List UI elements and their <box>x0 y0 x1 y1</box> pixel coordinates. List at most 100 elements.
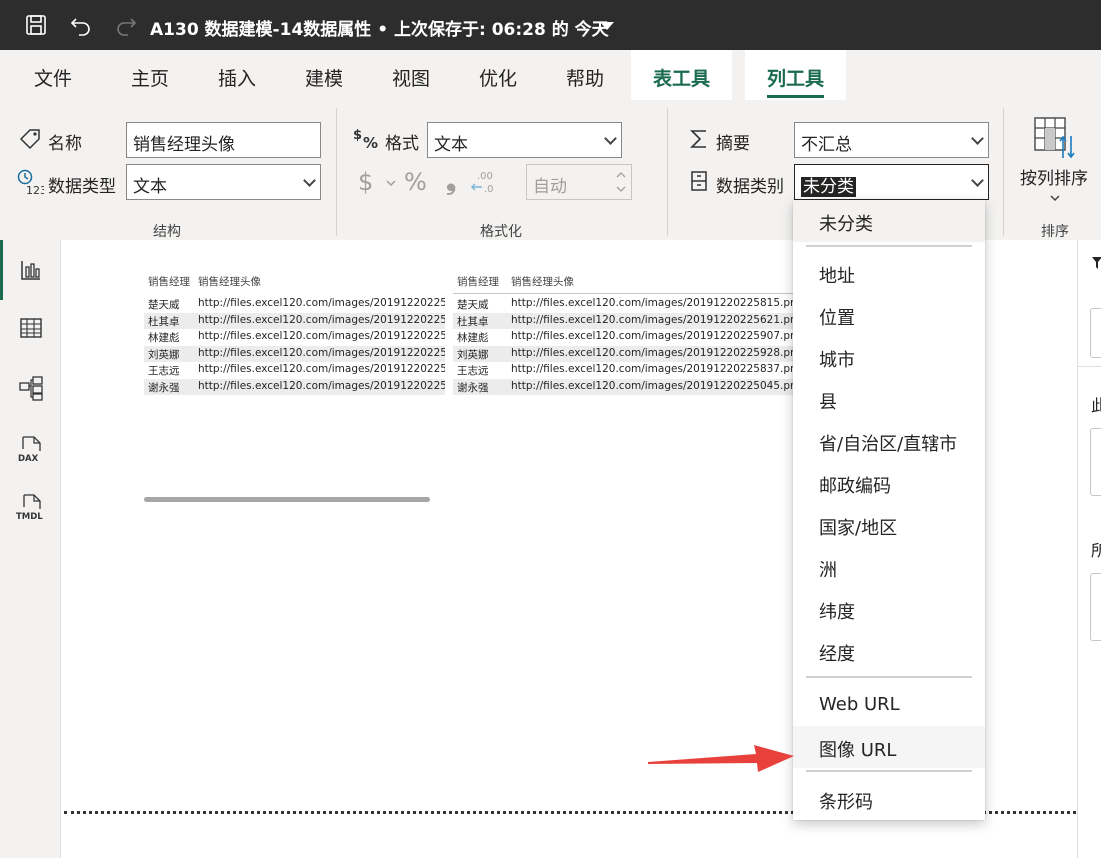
option-uncategorized[interactable]: 未分类 <box>793 200 985 242</box>
url-cell: http://files.excel120.com/images/2019122… <box>198 363 445 375</box>
option-place[interactable]: 位置 <box>793 294 985 336</box>
data-category-icon <box>688 169 710 193</box>
option-address[interactable]: 地址 <box>793 252 985 294</box>
menu-divider <box>806 245 972 247</box>
format-select[interactable]: 文本 <box>427 122 622 158</box>
summarize-value: 不汇总 <box>801 135 852 155</box>
tab-help[interactable]: 帮助 <box>566 64 604 91</box>
url-cell: http://files.excel120.com/images/2019122… <box>511 313 793 326</box>
header-divider <box>453 293 793 294</box>
tab-insert[interactable]: 插入 <box>218 64 256 91</box>
url-cell: http://files.excel120.com/images/2019122… <box>511 363 793 375</box>
option-latitude[interactable]: 纬度 <box>793 588 985 630</box>
option-country-region[interactable]: 国家/地区 <box>793 504 985 546</box>
currency-button[interactable]: $ <box>358 168 373 196</box>
data-type-select[interactable]: 文本 <box>126 164 321 200</box>
menu-divider <box>806 676 972 678</box>
manager-cell: 杜其卓 <box>457 315 489 328</box>
table-visual-left[interactable]: 销售经理 销售经理头像 楚天威 http://files.excel120.co… <box>144 274 445 396</box>
url-cell: http://files.excel120.com/images/2019122… <box>198 330 445 342</box>
table-row: 林建彪 http://files.excel120.com/images/201… <box>144 329 445 346</box>
chevron-down-icon[interactable] <box>384 176 398 190</box>
option-longitude[interactable]: 经度 <box>793 630 985 672</box>
group-formatting-label: 格式化 <box>480 224 522 240</box>
sigma-icon <box>688 127 710 151</box>
tab-column-tools[interactable]: 列工具 <box>745 50 847 100</box>
option-barcode[interactable]: 条形码 <box>793 778 985 820</box>
redo-icon[interactable] <box>114 13 138 37</box>
view-switcher: DAX TMDL <box>0 240 61 858</box>
filter-icon[interactable] <box>1092 257 1101 269</box>
percent-button[interactable]: % <box>404 168 427 196</box>
pane-divider <box>1078 366 1101 367</box>
tab-table-tools[interactable]: 表工具 <box>631 50 733 100</box>
svg-text:123: 123 <box>26 184 44 196</box>
manager-cell: 林建彪 <box>457 332 489 344</box>
chevron-down-icon[interactable] <box>600 22 614 30</box>
decimal-places-field: 自动 <box>526 164 632 200</box>
tab-modeling[interactable]: 建模 <box>305 64 343 91</box>
option-city[interactable]: 城市 <box>793 336 985 378</box>
manager-cell: 楚天威 <box>148 299 180 311</box>
manager-cell: 王志远 <box>457 365 489 377</box>
pane-field[interactable] <box>1090 308 1101 358</box>
tab-home[interactable]: 主页 <box>131 64 169 91</box>
option-image-url[interactable]: 图像 URL <box>793 726 985 768</box>
report-view-icon[interactable] <box>0 242 61 298</box>
option-web-url[interactable]: Web URL <box>793 684 985 726</box>
menu-divider <box>806 770 972 772</box>
summarize-select[interactable]: 不汇总 <box>794 122 989 158</box>
summarize-label: 摘要 <box>716 134 750 154</box>
table-row: 谢永强 http://files.excel120.com/images/201… <box>144 378 445 395</box>
table-row: 楚天威 http://files.excel120.com/images/201… <box>453 296 793 313</box>
data-category-select[interactable]: 未分类 <box>794 164 989 200</box>
column-header[interactable]: 销售经理 <box>148 274 190 289</box>
table-row: 林建彪 http://files.excel120.com/images/201… <box>453 329 793 346</box>
name-field[interactable]: 销售经理头像 <box>126 122 321 158</box>
manager-cell: 刘英娜 <box>148 348 180 361</box>
table-row: 谢永强 http://files.excel120.com/images/201… <box>453 378 793 395</box>
model-view-icon[interactable] <box>0 360 61 416</box>
option-postal-code[interactable]: 邮政编码 <box>793 462 985 504</box>
table-visual-right[interactable]: 销售经理 销售经理头像 楚天威 http://files.excel120.co… <box>453 274 793 396</box>
undo-icon[interactable] <box>69 13 93 37</box>
tab-view[interactable]: 视图 <box>392 64 430 91</box>
url-cell: http://files.excel120.com/images/2019122… <box>198 379 445 392</box>
table-row: 杜其卓 http://files.excel120.com/images/201… <box>453 312 793 329</box>
format-value: 文本 <box>434 135 468 155</box>
chevron-down-icon[interactable] <box>1048 192 1062 204</box>
pane-label: 此 <box>1091 396 1101 415</box>
tab-file[interactable]: 文件 <box>34 64 72 91</box>
tmdl-view-icon[interactable]: TMDL <box>0 480 61 536</box>
document-title[interactable]: A130 数据建模-14数据属性 • 上次保存于: 06:28 的 今天 <box>150 15 609 40</box>
svg-text:.0: .0 <box>484 184 494 195</box>
decrease-decimal-icon[interactable]: .00.0 <box>470 167 498 195</box>
data-type-label: 数据类型 <box>48 177 116 197</box>
tab-optimize[interactable]: 优化 <box>479 64 517 91</box>
column-header[interactable]: 销售经理 <box>457 274 499 289</box>
column-header[interactable]: 销售经理头像 <box>198 274 261 289</box>
dax-query-icon[interactable]: DAX <box>0 422 61 478</box>
manager-cell: 林建彪 <box>148 332 180 344</box>
column-header[interactable]: 销售经理头像 <box>511 274 574 289</box>
horizontal-scrollbar[interactable] <box>144 497 430 502</box>
option-county[interactable]: 县 <box>793 378 985 420</box>
pane-field[interactable] <box>1090 573 1101 641</box>
table-view-icon[interactable] <box>0 300 61 356</box>
data-category-value: 未分类 <box>801 177 856 197</box>
menu-bar: 文件 主页 插入 建模 视图 优化 帮助 表工具 列工具 <box>0 50 1101 100</box>
name-label: 名称 <box>48 134 82 154</box>
data-type-value: 文本 <box>133 177 167 197</box>
option-continent[interactable]: 洲 <box>793 546 985 588</box>
sort-by-column-icon[interactable] <box>1033 116 1079 160</box>
comma-style-button[interactable]: ❟ <box>446 166 456 197</box>
option-state-province[interactable]: 省/自治区/直辖市 <box>793 420 985 462</box>
save-icon[interactable] <box>24 13 48 37</box>
pane-field[interactable] <box>1090 428 1101 496</box>
manager-cell: 楚天威 <box>457 299 489 311</box>
sort-by-column-button[interactable]: 按列排序 <box>1020 164 1088 189</box>
red-arrow-annotation <box>648 745 794 772</box>
svg-text:%: % <box>363 134 378 152</box>
url-cell: http://files.excel120.com/images/2019122… <box>511 379 793 392</box>
url-cell: http://files.excel120.com/images/2019122… <box>511 346 793 359</box>
